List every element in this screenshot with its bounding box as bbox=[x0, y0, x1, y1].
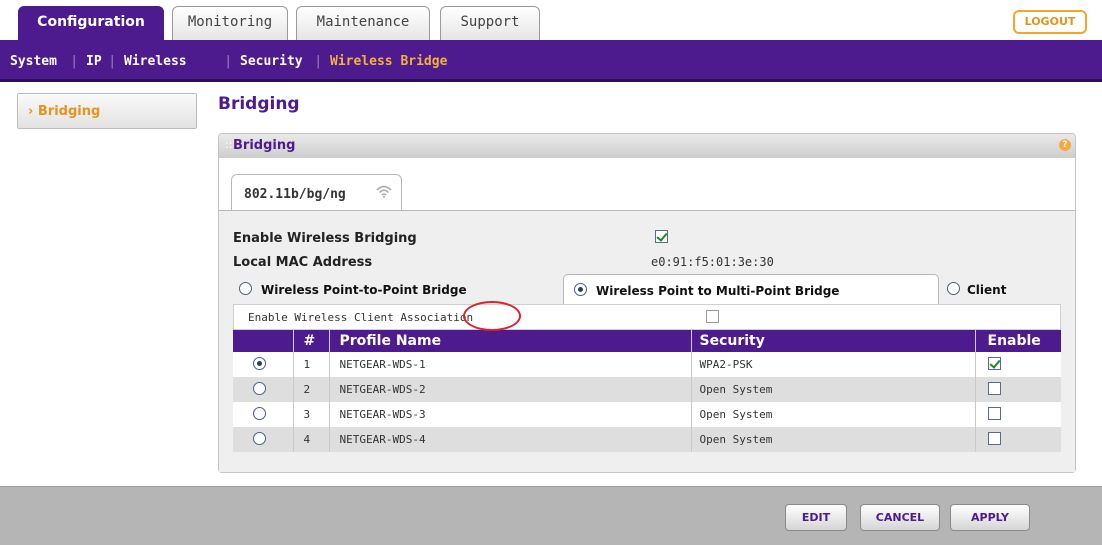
table-row[interactable]: 3 NETGEAR-WDS-3 Open System bbox=[233, 402, 1061, 427]
subnav-ip[interactable]: IP bbox=[86, 54, 102, 69]
sidebar-item-label: Bridging bbox=[37, 104, 101, 119]
apply-button[interactable]: APPLY bbox=[950, 504, 1030, 531]
subnav-wireless[interactable]: Wireless bbox=[124, 54, 187, 69]
subnav-security[interactable]: Security bbox=[240, 54, 303, 69]
row-enable-cell bbox=[975, 352, 1061, 377]
mode-point-to-multipoint[interactable]: Wireless Point to Multi-Point Bridge bbox=[563, 274, 939, 304]
row-number: 2 bbox=[293, 377, 330, 402]
client-association-label: Enable Wireless Client Association bbox=[248, 311, 474, 324]
row-enable-checkbox[interactable] bbox=[987, 432, 1001, 445]
mode-client-radio[interactable] bbox=[947, 282, 960, 295]
row-enable-checkbox[interactable] bbox=[987, 382, 1001, 395]
sidebar-item-bridging[interactable]: › Bridging bbox=[17, 93, 197, 129]
bridging-panel: :: Bridging ? 802.11b/bg/ng Enable Wirel… bbox=[218, 133, 1076, 473]
tab-maintenance[interactable]: Maintenance bbox=[296, 6, 430, 42]
column-header-number: # bbox=[293, 330, 330, 352]
column-header-select bbox=[233, 330, 294, 352]
tab-radio-band[interactable]: 802.11b/bg/ng bbox=[231, 174, 402, 211]
tab-configuration[interactable]: Configuration bbox=[18, 6, 164, 42]
chevron-right-icon: › bbox=[28, 104, 34, 119]
mode-point-to-multipoint-radio[interactable] bbox=[574, 283, 587, 296]
row-enable-checkbox[interactable] bbox=[987, 357, 1001, 370]
cancel-button[interactable]: CANCEL bbox=[860, 504, 940, 531]
row-number: 4 bbox=[293, 427, 330, 452]
local-mac-label: Local MAC Address bbox=[233, 255, 373, 270]
row-security: WPA2-PSK bbox=[691, 352, 976, 377]
row-enable-checkbox[interactable] bbox=[987, 407, 1001, 420]
row-number: 1 bbox=[293, 352, 330, 377]
row-select-cell bbox=[233, 377, 294, 402]
highlight-annotation bbox=[463, 301, 521, 331]
row-select-cell bbox=[233, 352, 294, 377]
client-association-checkbox[interactable] bbox=[706, 310, 719, 323]
grip-icon: :: bbox=[225, 138, 233, 151]
subnav-separator: | bbox=[72, 54, 77, 69]
table-row[interactable]: 4 NETGEAR-WDS-4 Open System bbox=[233, 427, 1061, 452]
row-select-cell bbox=[233, 402, 294, 427]
page-title: Bridging bbox=[218, 94, 300, 114]
top-tab-bar: Configuration Monitoring Maintenance Sup… bbox=[0, 0, 1102, 42]
mode-point-to-multipoint-label: Wireless Point to Multi-Point Bridge bbox=[596, 284, 840, 298]
row-security: Open System bbox=[691, 402, 976, 427]
row-select-radio[interactable] bbox=[253, 382, 266, 395]
edit-button[interactable]: EDIT bbox=[785, 504, 847, 531]
tab-support[interactable]: Support bbox=[440, 6, 540, 42]
row-number: 3 bbox=[293, 402, 330, 427]
row-profile-name: NETGEAR-WDS-3 bbox=[329, 402, 692, 427]
mode-client-label: Client bbox=[967, 283, 1007, 297]
subnav-separator: | bbox=[316, 54, 321, 69]
table-header-row: # Profile Name Security Enable bbox=[233, 330, 1061, 352]
mode-point-to-point[interactable]: Wireless Point-to-Point Bridge bbox=[233, 274, 553, 304]
row-profile-name: NETGEAR-WDS-1 bbox=[329, 352, 692, 377]
radio-band-label: 802.11b/bg/ng bbox=[244, 187, 346, 202]
enable-bridging-label: Enable Wireless Bridging bbox=[233, 231, 417, 246]
row-profile-name: NETGEAR-WDS-2 bbox=[329, 377, 692, 402]
mode-point-to-point-radio[interactable] bbox=[239, 282, 252, 295]
table-row[interactable]: 1 NETGEAR-WDS-1 WPA2-PSK bbox=[233, 352, 1061, 377]
column-header-profile-name: Profile Name bbox=[329, 330, 692, 352]
subnav-separator: | bbox=[226, 54, 231, 69]
local-mac-value: e0:91:f5:01:3e:30 bbox=[651, 255, 774, 269]
row-select-radio[interactable] bbox=[253, 357, 266, 370]
row-select-radio[interactable] bbox=[253, 432, 266, 445]
client-association-row: Enable Wireless Client Association bbox=[233, 304, 1061, 330]
panel-title: Bridging bbox=[233, 138, 296, 153]
row-enable-cell bbox=[975, 377, 1061, 402]
column-header-enable: Enable bbox=[975, 330, 1061, 352]
wifi-icon bbox=[376, 185, 392, 198]
row-profile-name: NETGEAR-WDS-4 bbox=[329, 427, 692, 452]
row-select-cell bbox=[233, 427, 294, 452]
row-select-radio[interactable] bbox=[253, 407, 266, 420]
logout-button[interactable]: LOGOUT bbox=[1013, 10, 1087, 34]
tab-monitoring[interactable]: Monitoring bbox=[172, 6, 288, 42]
sub-navigation: System | IP | Wireless | Security | Wire… bbox=[0, 40, 1102, 82]
table-row[interactable]: 2 NETGEAR-WDS-2 Open System bbox=[233, 377, 1061, 402]
subnav-separator: | bbox=[110, 54, 115, 69]
subnav-wireless-bridge[interactable]: Wireless Bridge bbox=[330, 54, 447, 69]
enable-bridging-checkbox[interactable] bbox=[655, 230, 668, 243]
mode-client[interactable]: Client bbox=[945, 274, 1065, 304]
mode-point-to-point-label: Wireless Point-to-Point Bridge bbox=[261, 283, 467, 297]
panel-header: :: Bridging ? bbox=[219, 134, 1075, 158]
row-enable-cell bbox=[975, 427, 1061, 452]
subnav-system[interactable]: System bbox=[10, 54, 57, 69]
row-security: Open System bbox=[691, 427, 976, 452]
row-security: Open System bbox=[691, 377, 976, 402]
footer-bar: EDIT CANCEL APPLY bbox=[0, 486, 1102, 545]
column-header-security: Security bbox=[691, 330, 976, 352]
row-enable-cell bbox=[975, 402, 1061, 427]
profile-table: # Profile Name Security Enable 1 NETGEAR… bbox=[233, 330, 1061, 452]
help-icon[interactable]: ? bbox=[1059, 139, 1071, 151]
